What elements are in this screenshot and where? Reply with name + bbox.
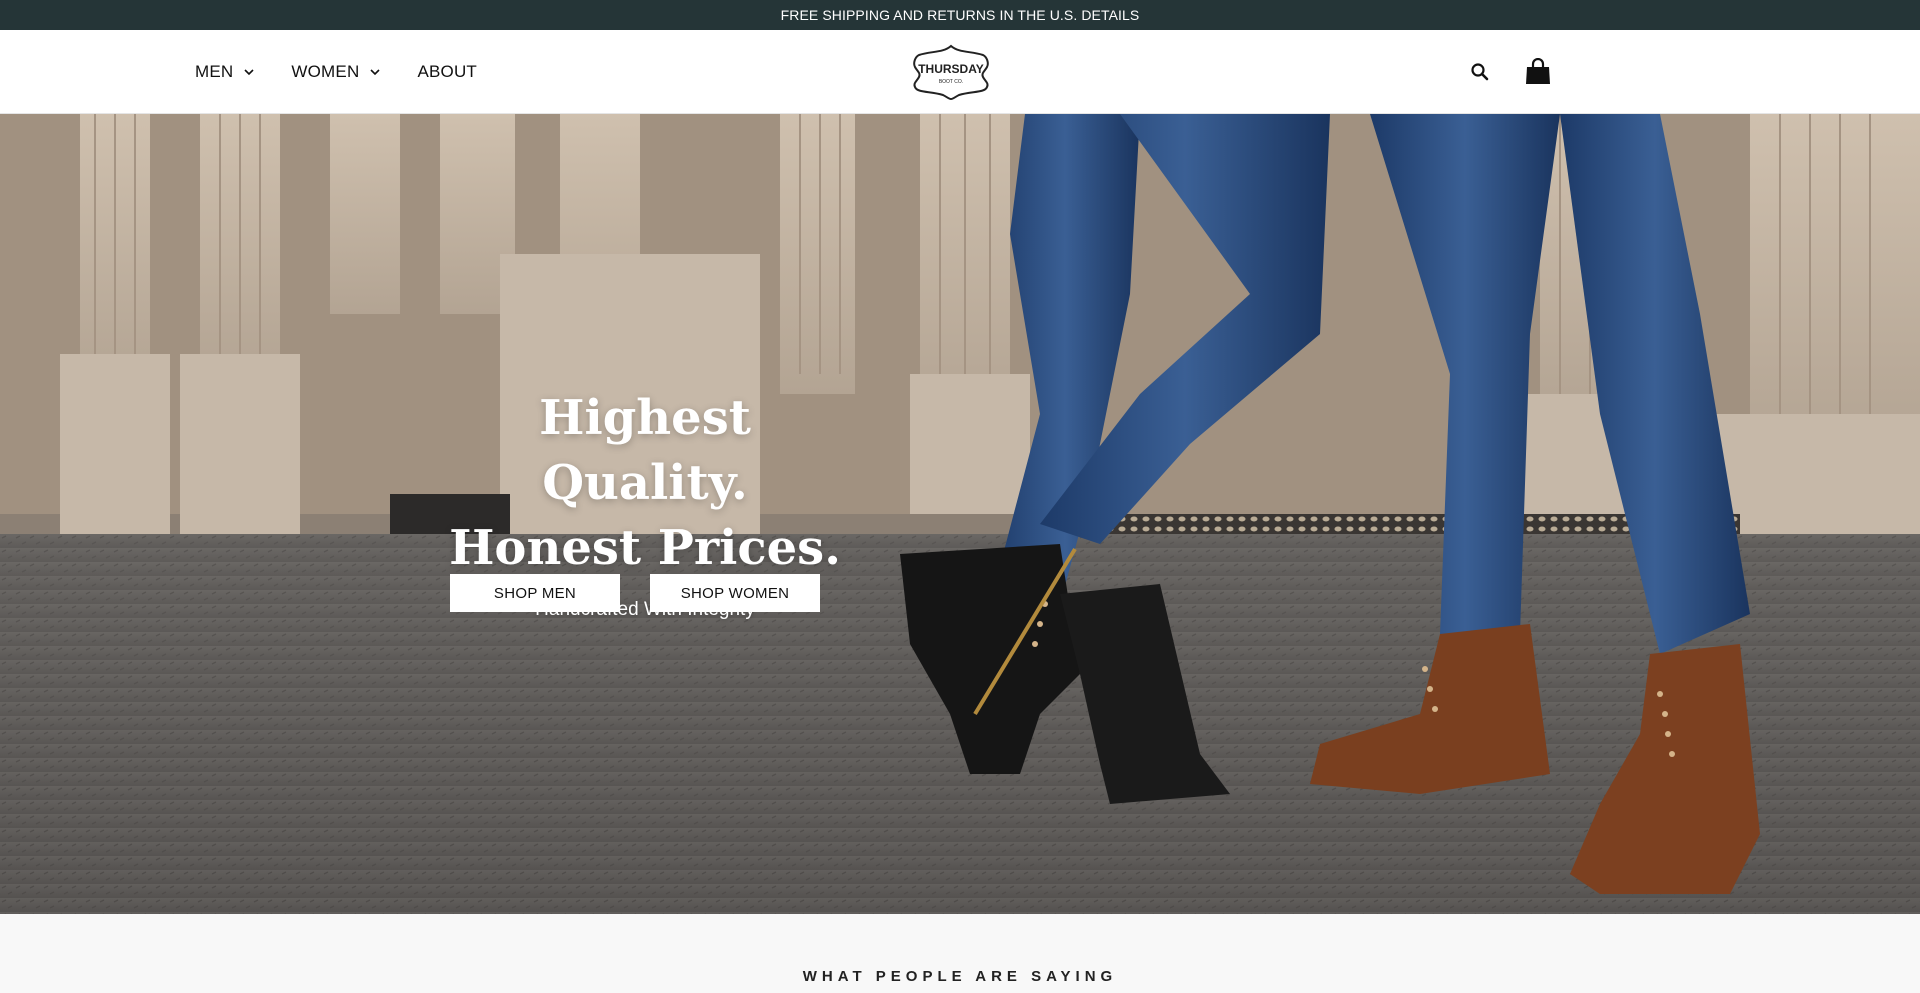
announcement-text: FREE SHIPPING AND RETURNS IN THE U.S.	[780, 7, 1078, 23]
reviews-section: WHAT PEOPLE ARE SAYING	[0, 914, 1920, 993]
cart-icon[interactable]	[1524, 58, 1552, 86]
logo-text: THURSDAY	[918, 62, 984, 76]
chevron-down-icon	[370, 69, 381, 76]
hero-banner: Highest Quality. Honest Prices. Handcraf…	[0, 114, 1920, 914]
hero-title: Highest Quality. Honest Prices.	[445, 386, 845, 581]
hero-title-line-1: Highest Quality.	[539, 390, 751, 511]
announcement-details-link[interactable]: DETAILS	[1081, 7, 1139, 23]
nav-item-label: ABOUT	[417, 62, 477, 81]
logo-subtext: BOOT CO.	[939, 79, 963, 85]
main-nav: MEN WOMEN ABOUT	[195, 30, 477, 114]
header-actions	[1466, 30, 1552, 114]
nav-item-label: MEN	[195, 62, 234, 81]
brand-logo[interactable]: THURSDAY BOOT CO.	[911, 43, 991, 101]
hero-image	[0, 114, 1920, 914]
hero-cta-group: SHOP MEN SHOP WOMEN	[450, 574, 820, 612]
site-header: MEN WOMEN ABOUT THURSDAY BOOT CO.	[0, 30, 1920, 114]
announcement-bar: FREE SHIPPING AND RETURNS IN THE U.S. DE…	[0, 0, 1920, 30]
nav-item-label: WOMEN	[291, 62, 360, 81]
nav-item-men[interactable]: MEN	[195, 62, 255, 82]
nav-item-about[interactable]: ABOUT	[417, 62, 477, 82]
search-icon[interactable]	[1466, 58, 1494, 86]
reviews-title: WHAT PEOPLE ARE SAYING	[802, 968, 1118, 985]
shop-men-button[interactable]: SHOP MEN	[450, 574, 620, 612]
chevron-down-icon	[244, 69, 254, 76]
shop-women-button[interactable]: SHOP WOMEN	[650, 574, 820, 612]
hero-title-line-2: Honest Prices.	[449, 520, 841, 576]
nav-item-women[interactable]: WOMEN	[291, 62, 381, 82]
